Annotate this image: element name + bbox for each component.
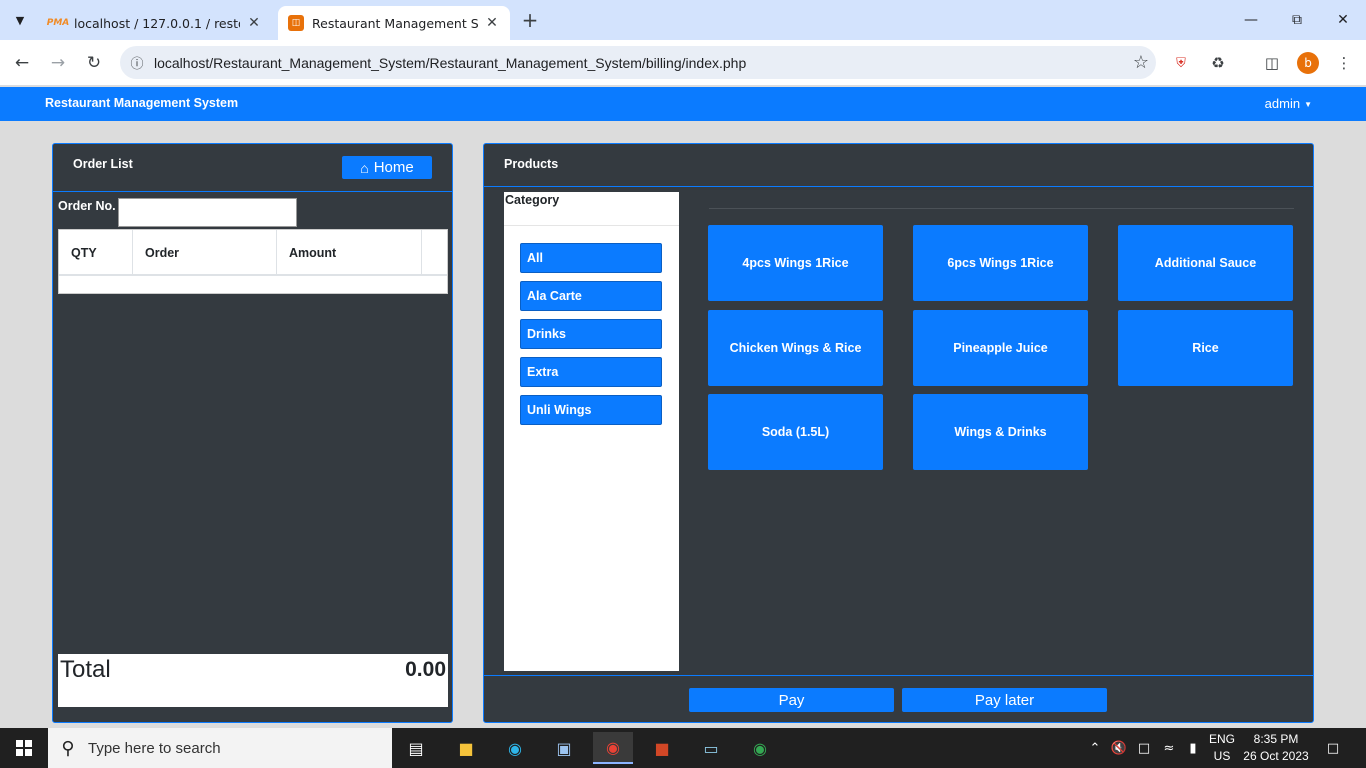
products-panel: Products Category All Ala Carte Drinks E…: [483, 143, 1314, 723]
category-sidebar: Category All Ala Carte Drinks Extra Unli…: [504, 192, 679, 671]
browser-toolbar: ← → ↻ ⓘ localhost/Restaurant_Management_…: [0, 40, 1366, 86]
column-header-action: [422, 230, 447, 276]
search-placeholder: Type here to search: [88, 739, 221, 757]
phpmyadmin-icon: PMA: [46, 18, 70, 28]
total-box: Total 0.00: [58, 654, 448, 707]
product-soda-1-5l[interactable]: Soda (1.5L): [708, 394, 883, 470]
chrome-icon[interactable]: ◉: [593, 732, 633, 764]
category-extra-button[interactable]: Extra: [520, 357, 662, 387]
control-panel-icon[interactable]: ▣: [544, 732, 584, 764]
browser-tab-bar: ▼ PMA localhost / 127.0.0.1 / resto_bill…: [0, 0, 1366, 40]
column-header-amount: Amount: [277, 230, 422, 276]
notifications-icon[interactable]: □: [1322, 728, 1344, 768]
product-rice[interactable]: Rice: [1118, 310, 1293, 386]
forward-arrow-icon[interactable]: →: [45, 50, 71, 76]
language-line1: ENG: [1208, 732, 1235, 746]
divider: [484, 675, 1313, 676]
product-wings-drinks[interactable]: Wings & Drinks: [913, 394, 1088, 470]
clock-time: 8:35 PM: [1253, 732, 1299, 746]
edge-browser-icon[interactable]: ◉: [495, 732, 535, 764]
new-tab-plus-icon[interactable]: +: [518, 8, 542, 32]
notepad-icon[interactable]: ▭: [691, 732, 731, 764]
divider: [484, 186, 1313, 187]
category-all-button[interactable]: All: [520, 243, 662, 273]
products-title: Products: [504, 157, 559, 171]
tab-phpmyadmin[interactable]: PMA localhost / 127.0.0.1 / resto_billi …: [40, 6, 272, 40]
app-navbar: Restaurant Management System admin ▼: [0, 87, 1366, 121]
pay-later-button[interactable]: Pay later: [902, 688, 1107, 712]
product-pineapple-juice[interactable]: Pineapple Juice: [913, 310, 1088, 386]
bookmark-star-icon[interactable]: ☆: [1126, 52, 1156, 73]
restore-icon[interactable]: ⧉: [1274, 4, 1320, 36]
taskbar-search[interactable]: ⚲ Type here to search: [48, 728, 392, 768]
pay-button[interactable]: Pay: [689, 688, 894, 712]
windows-taskbar: ⚲ Type here to search ▤ ■ ◉ ▣ ◉ ■ ▭ ◉ ⌃ …: [0, 728, 1366, 768]
home-icon: ⌂: [360, 159, 369, 176]
order-table-header: QTY Order Amount: [59, 230, 447, 276]
side-panel-icon[interactable]: ◫: [1261, 52, 1283, 74]
total-amount: 0.00: [405, 658, 446, 681]
language-indicator[interactable]: ENG US: [1206, 728, 1238, 768]
total-label: Total: [60, 656, 111, 683]
back-arrow-icon[interactable]: ←: [9, 50, 35, 76]
address-bar[interactable]: ⓘ localhost/Restaurant_Management_System…: [120, 46, 1156, 79]
order-table: QTY Order Amount: [58, 229, 448, 294]
tab-search-chevron-icon[interactable]: ▼: [8, 8, 32, 32]
extension-shield-icon[interactable]: ⛨: [1170, 52, 1192, 74]
volume-muted-icon[interactable]: 🔇: [1108, 728, 1130, 768]
browser-menu-icon[interactable]: ⋮: [1333, 52, 1355, 74]
clock[interactable]: 8:35 PM 26 Oct 2023: [1240, 728, 1312, 768]
windows-start-icon[interactable]: [0, 728, 48, 768]
column-header-qty: QTY: [59, 230, 133, 276]
tab-title: localhost / 127.0.0.1 / resto_billi: [74, 15, 240, 31]
order-no-input[interactable]: [118, 198, 297, 227]
battery-icon[interactable]: ▮: [1182, 728, 1204, 768]
order-no-label: Order No.: [58, 199, 116, 213]
file-explorer-icon[interactable]: ■: [446, 732, 486, 764]
close-tab-icon[interactable]: ✕: [246, 15, 262, 31]
minimize-icon[interactable]: —: [1228, 4, 1274, 36]
divider: [53, 191, 452, 192]
product-6pcs-wings-1rice[interactable]: 6pcs Wings 1Rice: [913, 225, 1088, 301]
url-text[interactable]: localhost/Restaurant_Management_System/R…: [154, 55, 1126, 71]
tab-title: Restaurant Management Syste: [312, 15, 478, 31]
close-window-icon[interactable]: ✕: [1320, 4, 1366, 36]
language-line2: US: [1213, 749, 1231, 763]
product-additional-sauce[interactable]: Additional Sauce: [1118, 225, 1293, 301]
extensions-puzzle-icon[interactable]: ♻: [1207, 52, 1229, 74]
divider: [504, 225, 679, 226]
tab-restaurant-management[interactable]: ◫ Restaurant Management Syste ✕: [278, 6, 510, 40]
product-chicken-wings-rice[interactable]: Chicken Wings & Rice: [708, 310, 883, 386]
category-title: Category: [505, 193, 560, 207]
profile-avatar[interactable]: b: [1297, 52, 1319, 74]
user-name: admin: [1264, 96, 1301, 111]
close-tab-icon[interactable]: ✕: [484, 15, 500, 31]
powerpoint-icon[interactable]: ■: [642, 732, 682, 764]
divider: [709, 208, 1294, 209]
search-icon: ⚲: [61, 737, 75, 758]
show-hidden-icons-icon[interactable]: ⌃: [1085, 728, 1105, 768]
app-brand[interactable]: Restaurant Management System: [45, 96, 238, 110]
task-view-icon[interactable]: ▤: [396, 732, 436, 764]
category-unli-wings-button[interactable]: Unli Wings: [520, 395, 662, 425]
wifi-icon[interactable]: ≈: [1158, 728, 1180, 768]
home-button[interactable]: ⌂ Home: [342, 156, 432, 179]
home-label: Home: [373, 159, 414, 176]
reload-icon[interactable]: ↻: [81, 50, 107, 76]
product-4pcs-wings-1rice[interactable]: 4pcs Wings 1Rice: [708, 225, 883, 301]
site-info-icon[interactable]: ⓘ: [120, 53, 154, 72]
category-ala-carte-button[interactable]: Ala Carte: [520, 281, 662, 311]
order-list-panel: Order List ⌂ Home Order No. QTY Order Am…: [52, 143, 453, 723]
column-header-order: Order: [133, 230, 277, 276]
caret-down-icon: ▼: [1304, 100, 1312, 110]
clock-date: 26 Oct 2023: [1243, 749, 1309, 763]
category-drinks-button[interactable]: Drinks: [520, 319, 662, 349]
meet-now-icon[interactable]: □: [1134, 728, 1154, 768]
user-menu[interactable]: admin ▼: [1265, 96, 1312, 111]
chrome-profile-icon[interactable]: ◉: [740, 732, 780, 764]
restaurant-favicon-icon: ◫: [288, 15, 304, 31]
order-list-title: Order List: [73, 157, 133, 171]
